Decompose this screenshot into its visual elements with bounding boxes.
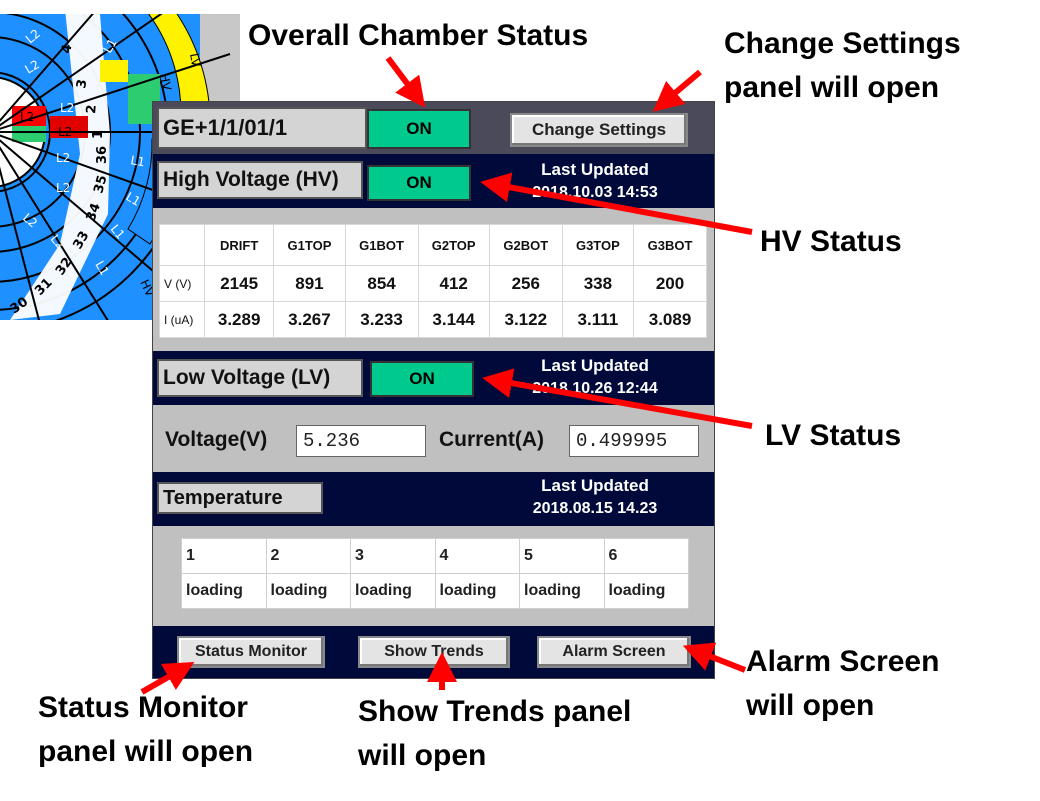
arrow-change-settings: [652, 69, 702, 112]
arrow-overall-status: [385, 56, 426, 108]
arrow-lv-status: [482, 368, 753, 429]
arrow-hv-status: [480, 172, 753, 235]
arrow-status-monitor: [140, 662, 195, 695]
arrow-alarm-screen: [682, 642, 747, 673]
annotation-arrows: [140, 56, 753, 695]
